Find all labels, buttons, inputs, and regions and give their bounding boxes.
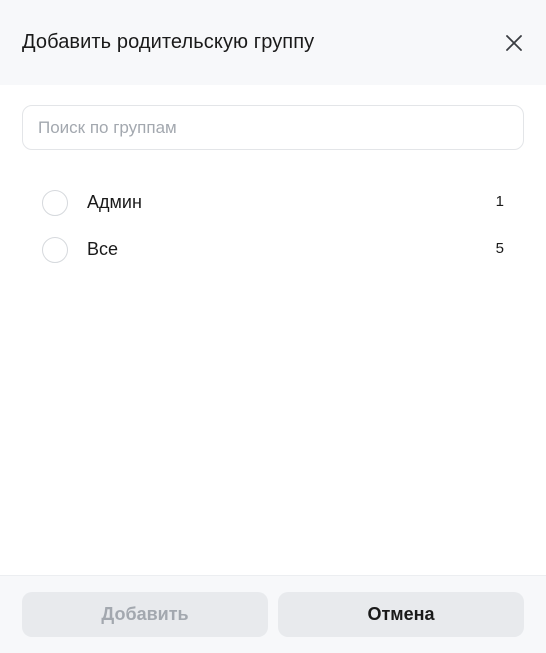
add-parent-group-dialog: Добавить родительскую группу Админ 1 Все… (0, 0, 546, 653)
dialog-footer: Добавить Отмена (0, 575, 546, 653)
dialog-title: Добавить родительскую группу (22, 31, 315, 53)
group-item-admin[interactable]: Админ 1 (22, 179, 524, 226)
group-label: Все (87, 239, 119, 259)
close-icon (506, 34, 522, 51)
dialog-header: Добавить родительскую группу (0, 0, 546, 85)
radio-button[interactable] (42, 236, 68, 263)
group-item-all[interactable]: Все 5 (22, 226, 524, 273)
group-count: 5 (495, 240, 504, 257)
cancel-button[interactable]: Отмена (278, 592, 524, 637)
group-list: Админ 1 Все 5 (22, 179, 524, 273)
close-button[interactable] (498, 27, 530, 59)
group-count: 1 (495, 193, 504, 210)
search-input[interactable] (22, 105, 524, 150)
add-button[interactable]: Добавить (22, 592, 268, 637)
radio-button[interactable] (42, 189, 68, 216)
dialog-content: Админ 1 Все 5 (0, 85, 546, 575)
group-label: Админ (87, 192, 142, 212)
